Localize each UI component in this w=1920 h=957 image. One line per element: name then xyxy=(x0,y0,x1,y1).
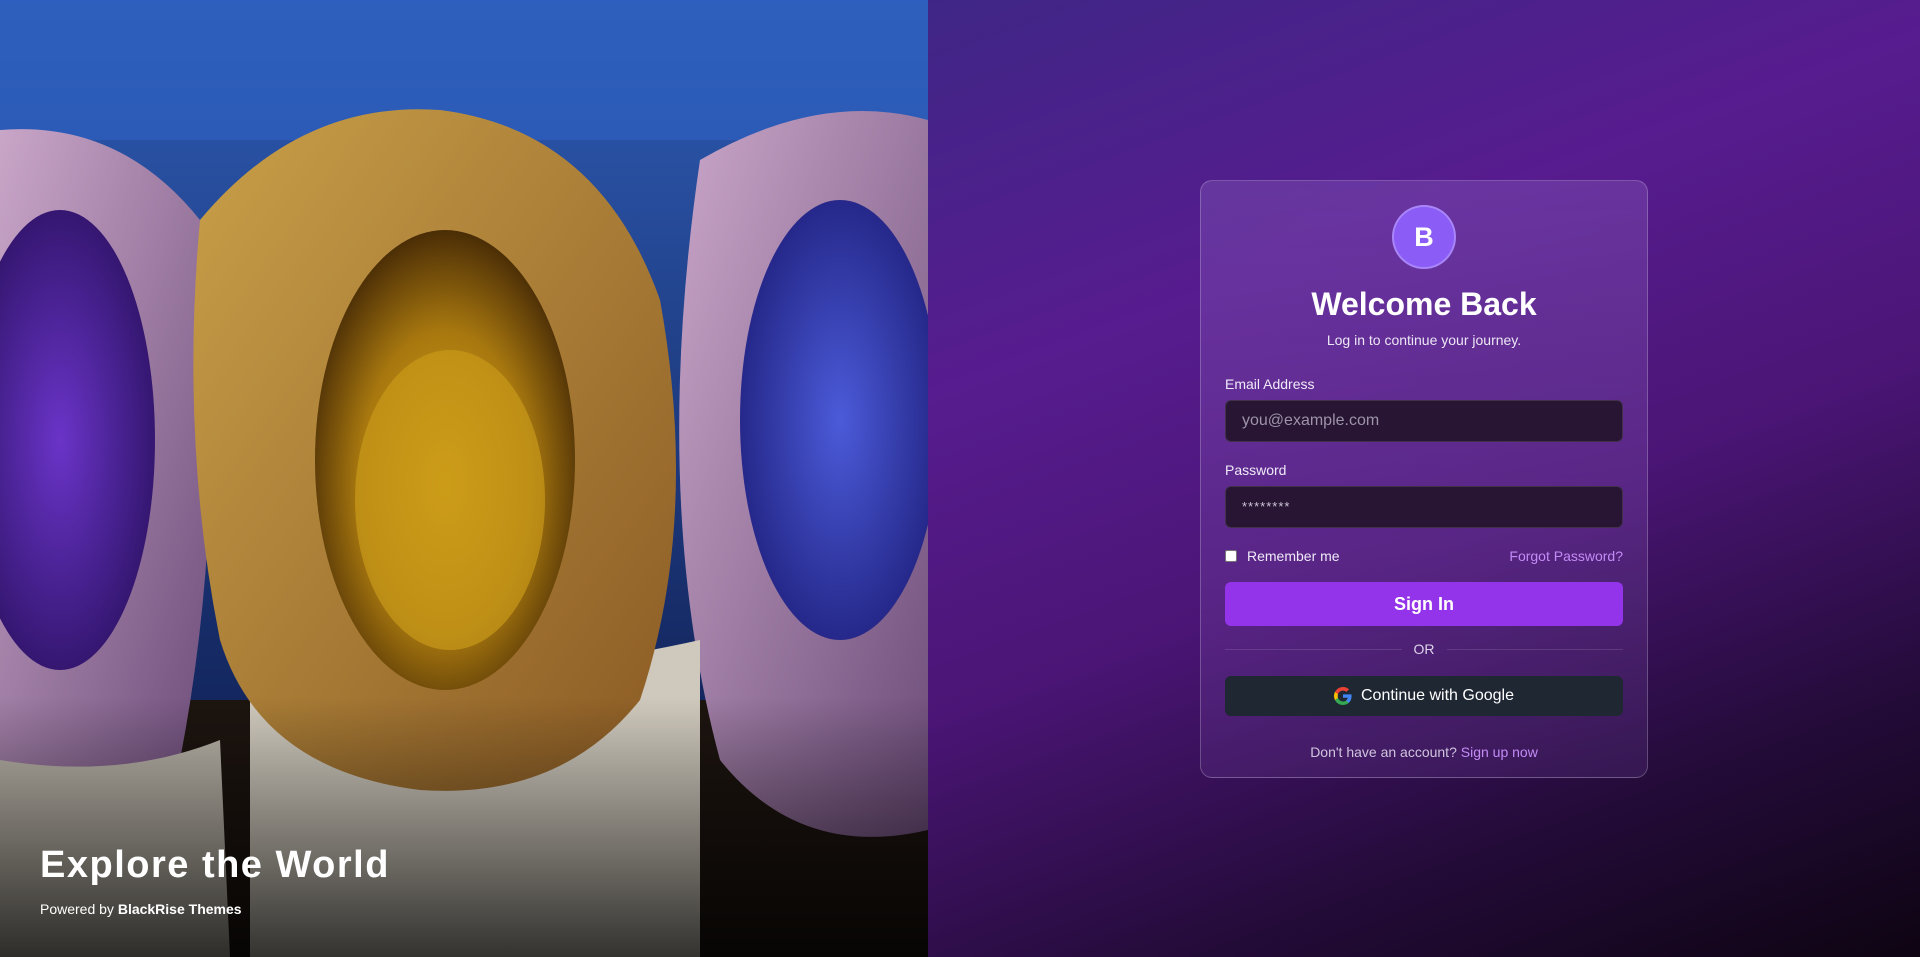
divider-line-left xyxy=(1225,648,1402,650)
brand-logo: B xyxy=(1392,205,1456,269)
google-signin-button[interactable]: Continue with Google xyxy=(1225,676,1623,717)
remember-label: Remember me xyxy=(1247,548,1340,565)
hero-overlay xyxy=(0,697,928,957)
forgot-password-link[interactable]: Forgot Password? xyxy=(1509,548,1623,564)
or-divider: OR xyxy=(1225,640,1623,658)
password-label: Password xyxy=(1225,462,1287,479)
login-page: Explore the World Powered by BlackRise T… xyxy=(0,0,1920,957)
divider-label: OR xyxy=(1413,641,1435,658)
login-card: B Welcome Back Log in to continue your j… xyxy=(1200,180,1648,778)
login-panel: B Welcome Back Log in to continue your j… xyxy=(928,0,1920,957)
page-subtitle: Log in to continue your journey. xyxy=(1326,332,1522,349)
sign-in-button[interactable]: Sign In xyxy=(1225,582,1623,627)
email-field[interactable] xyxy=(1225,400,1623,443)
hero-credit: Powered by BlackRise Themes xyxy=(40,901,390,917)
credit-prefix: Powered by xyxy=(40,901,114,917)
sign-up-link[interactable]: Sign up now xyxy=(1461,744,1538,760)
credit-brand: BlackRise Themes xyxy=(117,901,242,917)
hero-section: Explore the World Powered by BlackRise T… xyxy=(0,0,928,957)
google-icon xyxy=(1334,687,1352,706)
page-title: Welcome Back xyxy=(1311,286,1537,322)
hero-title: Explore the World xyxy=(40,844,390,887)
google-button-label: Continue with Google xyxy=(1361,687,1514,705)
hero-caption: Explore the World Powered by BlackRise T… xyxy=(40,844,390,917)
signup-text: Don't have an account? xyxy=(1310,744,1457,761)
remember-me[interactable]: Remember me xyxy=(1225,548,1340,564)
signup-prompt: Don't have an account? Sign up now xyxy=(1225,744,1623,760)
password-field[interactable] xyxy=(1225,486,1623,529)
email-label: Email Address xyxy=(1225,376,1315,393)
divider-line-right xyxy=(1446,648,1623,650)
options-row: Remember me Forgot Password? xyxy=(1225,546,1623,566)
remember-checkbox[interactable] xyxy=(1225,550,1237,563)
